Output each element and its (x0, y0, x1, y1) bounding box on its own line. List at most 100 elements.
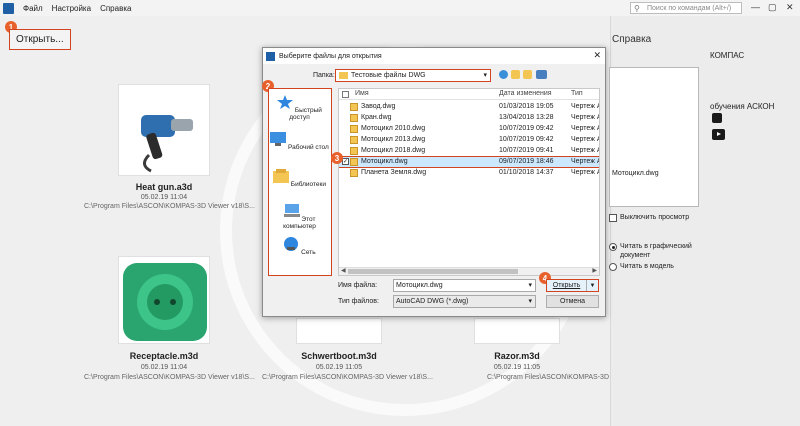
place-network[interactable]: Сеть (269, 237, 330, 256)
scrollbar-thumb[interactable] (348, 269, 518, 274)
recent-file-thumbnail[interactable] (118, 84, 210, 176)
dwg-file-icon (350, 114, 358, 122)
filename-label: Имя файла: (338, 282, 378, 289)
dialog-close-button[interactable]: ✕ (593, 50, 601, 61)
file-date: 01/03/2018 19:05 (499, 103, 554, 110)
column-date[interactable]: Дата изменения (499, 90, 552, 97)
network-icon (284, 237, 299, 251)
column-name[interactable]: Имя (355, 90, 369, 97)
place-desktop[interactable]: Рабочий стол (269, 132, 330, 151)
file-list: Имя Дата изменения Тип Завод.dwg 01/03/20… (338, 88, 600, 276)
social-icon[interactable] (712, 113, 722, 123)
scroll-left-icon[interactable]: ◀ (341, 267, 346, 274)
file-name: Завод.dwg (361, 103, 396, 110)
file-type: Чертеж А (571, 136, 600, 143)
read-graphic-radio[interactable] (609, 243, 617, 251)
dwg-file-icon (350, 158, 358, 166)
preview-pane (609, 67, 699, 207)
command-search-input[interactable]: ⚲ Поиск по командам (Alt+/) (630, 2, 742, 14)
file-type: Чертеж А (571, 125, 600, 132)
filetype-label: Тип файлов: (338, 298, 379, 305)
open-button[interactable]: Открыть... (9, 29, 71, 50)
menu-file[interactable]: Файл (23, 4, 43, 13)
file-type: Чертеж А (571, 169, 600, 176)
menu-settings[interactable]: Настройка (52, 4, 91, 13)
app-logo-icon (3, 2, 14, 14)
recent-file-date: 05.02.19 11:04 (140, 364, 188, 371)
recent-file-thumbnail[interactable] (296, 318, 382, 344)
place-this-pc[interactable]: Этот компьютер (269, 204, 330, 230)
dialog-open-button[interactable]: Открыть ▼ (546, 279, 599, 292)
file-row[interactable]: Планета Земля.dwg 01/10/2018 14:37 Чертеж … (339, 168, 600, 178)
star-icon (277, 95, 294, 109)
up-folder-icon[interactable] (511, 70, 520, 79)
scroll-right-icon[interactable]: ▶ (592, 267, 597, 274)
heat-gun-preview-icon (141, 115, 193, 173)
file-date: 09/07/2019 18:46 (499, 158, 554, 165)
recent-file-path: C:\Program Files\ASCON\KOMPAS-3D Viewer … (84, 374, 255, 381)
place-libraries[interactable]: Библиотеки (269, 169, 330, 188)
row-checkbox[interactable]: ✓ (342, 158, 349, 165)
receptacle-preview-icon (123, 263, 207, 341)
file-row[interactable]: Мотоцикл 2010.dwg 10/07/2019 09:42 Чертеж … (339, 124, 600, 134)
dwg-file-icon (350, 103, 358, 111)
recent-file-path: C:\Program Files\ASCON\KOMPAS-3D Viewer … (262, 374, 433, 381)
disable-preview-checkbox[interactable] (609, 214, 617, 222)
file-row[interactable]: Завод.dwg 01/03/2018 19:05 Чертеж А (339, 102, 600, 112)
chevron-down-icon: ▾ (483, 72, 487, 79)
select-all-checkbox[interactable] (342, 91, 349, 98)
dwg-file-icon (350, 125, 358, 133)
new-folder-icon[interactable] (523, 70, 532, 79)
recent-file-date: 05.02.19 11:04 (140, 194, 188, 201)
open-dropdown-icon[interactable]: ▼ (587, 280, 598, 291)
recent-file-title[interactable]: Receptacle.m3d (100, 351, 228, 361)
recent-file-thumbnail[interactable] (474, 318, 560, 344)
dialog-title: Выберите файлы для открытия (279, 52, 382, 60)
file-date: 10/07/2019 09:42 (499, 125, 554, 132)
file-row[interactable]: Кран.dwg 13/04/2018 13:28 Чертеж А (339, 113, 600, 123)
file-name: Планета Земля.dwg (361, 169, 427, 176)
view-menu-icon[interactable] (536, 70, 547, 79)
desktop-icon (270, 132, 287, 146)
file-type: Чертеж А (571, 114, 600, 121)
maximize-button[interactable]: ▢ (768, 2, 777, 13)
close-app-button[interactable]: ✕ (786, 2, 794, 13)
filename-input[interactable]: Мотоцикл.dwg ▾ (393, 279, 536, 292)
file-row[interactable]: Мотоцикл 2013.dwg 10/07/2019 09:42 Чертеж … (339, 135, 600, 145)
kompas-link[interactable]: КОМПАС (710, 51, 744, 60)
recent-file-title[interactable]: Schwertboot.m3d (275, 351, 403, 361)
file-row[interactable]: Мотоцикл 2018.dwg 10/07/2019 09:41 Чертеж … (339, 146, 600, 156)
file-type: Чертеж А (571, 158, 600, 165)
dialog-app-icon (266, 51, 275, 61)
folder-select[interactable]: Тестовые файлы DWG ▾ (335, 69, 491, 82)
recent-file-title[interactable]: Razor.m3d (453, 351, 581, 361)
step-marker-3: 3 (331, 152, 343, 164)
minimize-button[interactable]: — (751, 2, 760, 12)
file-type: Чертеж А (571, 103, 600, 110)
file-name: Мотоцикл 2018.dwg (361, 147, 426, 154)
filetype-select[interactable]: AutoCAD DWG (*.dwg) ▾ (393, 295, 536, 308)
column-type[interactable]: Тип (571, 90, 583, 97)
horizontal-scrollbar[interactable]: ◀ ▶ (339, 267, 599, 275)
open-file-dialog: Выберите файлы для открытия ✕ Папка: Тес… (262, 47, 606, 317)
menu-help[interactable]: Справка (100, 4, 131, 13)
file-row[interactable]: ✓ Мотоцикл.dwg 09/07/2019 18:46 Чертеж А (339, 156, 600, 168)
read-model-radio[interactable] (609, 263, 617, 271)
chevron-down-icon: ▾ (528, 298, 532, 305)
recent-file-path: C:\Program Files\ASCON\KOMPAS-3D Viewer … (84, 203, 255, 210)
recent-file-title[interactable]: Heat gun.a3d (100, 182, 228, 192)
ascon-training-link[interactable]: обучения АСКОН (710, 102, 774, 111)
dwg-file-icon (350, 169, 358, 177)
preview-filename: Мотоцикл.dwg (612, 170, 659, 177)
cancel-button[interactable]: Отмена (546, 295, 599, 308)
file-date: 10/07/2019 09:41 (499, 147, 554, 154)
recent-file-thumbnail[interactable] (118, 256, 210, 344)
youtube-icon[interactable] (712, 129, 725, 140)
dwg-file-icon (350, 136, 358, 144)
place-quick-access[interactable]: Быстрый доступ (269, 95, 330, 121)
folder-icon (339, 72, 348, 79)
file-name: Мотоцикл 2013.dwg (361, 136, 426, 143)
back-icon[interactable] (499, 70, 508, 79)
file-date: 13/04/2018 13:28 (499, 114, 554, 121)
file-type: Чертеж А (571, 147, 600, 154)
